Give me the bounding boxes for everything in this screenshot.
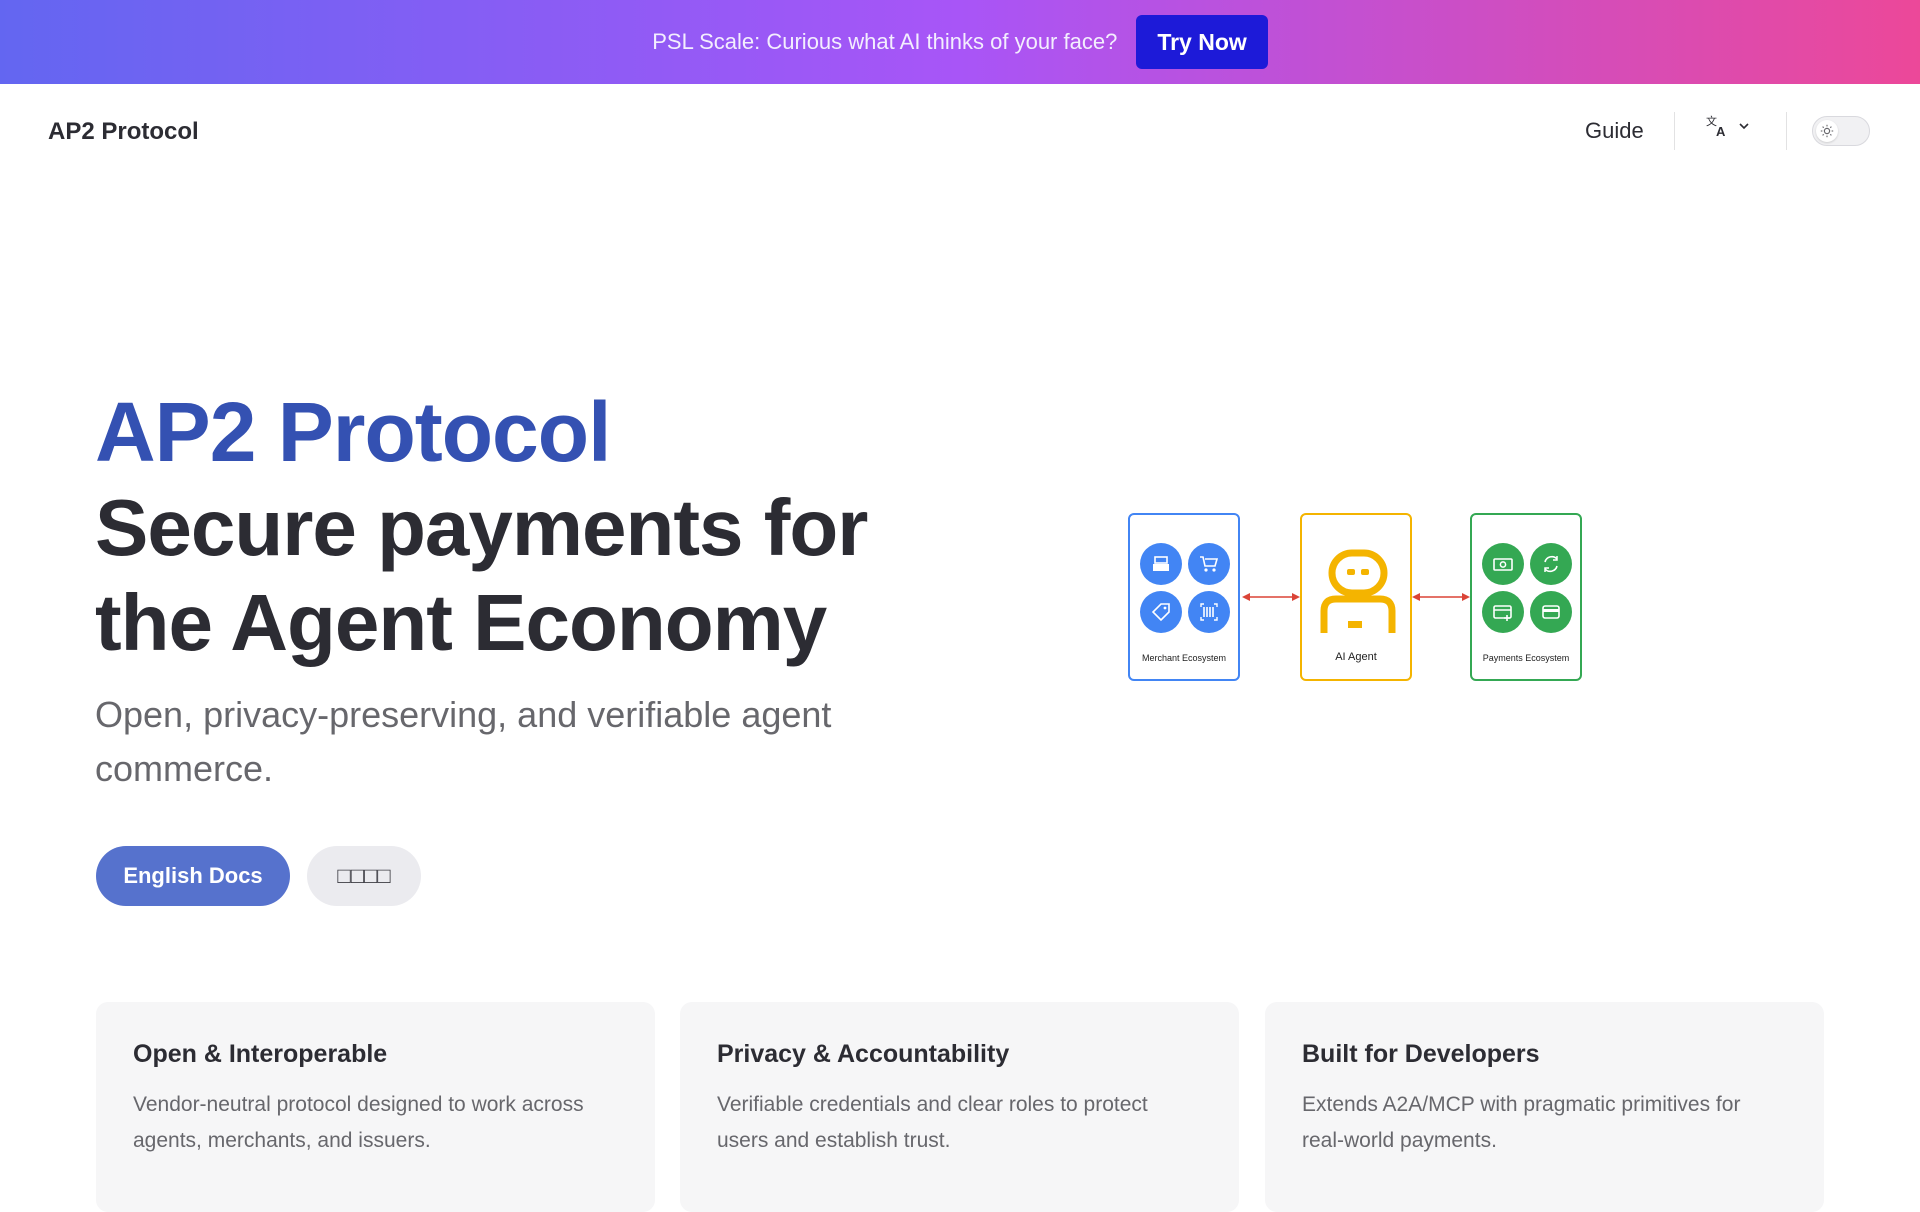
site-title[interactable]: AP2 Protocol (48, 118, 199, 146)
money-icon (1482, 543, 1524, 585)
sun-icon (1816, 120, 1838, 142)
wallet-icon (1530, 591, 1572, 633)
nav-divider (1786, 112, 1787, 150)
bidirectional-arrow-icon (1242, 593, 1300, 601)
nav-link-guide[interactable]: Guide (1585, 118, 1644, 144)
barcode-icon (1188, 591, 1230, 633)
hero-tagline: Open, privacy-preserving, and verifiable… (95, 694, 832, 789)
try-now-button[interactable]: Try Now (1136, 15, 1268, 69)
top-nav: AP2 Protocol Guide 文 A (0, 84, 1920, 180)
ecosystem-diagram: Merchant Ecosystem AI Agent Payments Eco… (1120, 505, 1600, 685)
svg-text:A: A (1716, 124, 1726, 138)
english-docs-button[interactable]: English Docs (96, 846, 290, 906)
translate-icon: 文 A (1705, 114, 1729, 143)
feature-title: Open & Interoperable (133, 1040, 388, 1068)
alt-docs-button[interactable]: □□□□ (307, 846, 421, 906)
card-add-icon (1482, 591, 1524, 633)
merchant-ecosystem-box: Merchant Ecosystem (1128, 513, 1240, 681)
promo-banner: PSL Scale: Curious what AI thinks of you… (0, 0, 1920, 84)
payments-ecosystem-box: Payments Ecosystem (1470, 513, 1582, 681)
theme-toggle[interactable] (1812, 116, 1870, 146)
feature-details: Vendor-neutral protocol designed to work… (133, 1093, 584, 1152)
feature-details: Extends A2A/MCP with pragmatic primitive… (1302, 1093, 1741, 1152)
nav-divider (1674, 112, 1675, 150)
payments-ecosystem-label: Payments Ecosystem (1482, 653, 1570, 663)
language-menu[interactable]: 文 A (1705, 114, 1751, 143)
robot-icon (1320, 549, 1396, 638)
ai-agent-label: AI Agent (1335, 651, 1377, 663)
exchange-icon (1530, 543, 1572, 585)
feature-card: Privacy & Accountability Verifiable cred… (680, 1002, 1239, 1212)
feature-title: Privacy & Accountability (717, 1040, 1010, 1068)
bidirectional-arrow-icon (1412, 593, 1470, 601)
feature-card: Open & Interoperable Vendor-neutral prot… (96, 1002, 655, 1212)
ai-agent-box: AI Agent (1300, 513, 1412, 681)
hero-name: AP2 Protocol (95, 385, 611, 479)
feature-details: Verifiable credentials and clear roles t… (717, 1093, 1148, 1152)
cash-register-icon (1140, 543, 1182, 585)
chevron-down-icon (1737, 119, 1751, 138)
tag-icon (1140, 591, 1182, 633)
banner-text: PSL Scale: Curious what AI thinks of you… (652, 29, 1118, 54)
feature-card: Built for Developers Extends A2A/MCP wit… (1265, 1002, 1824, 1212)
merchant-ecosystem-label: Merchant Ecosystem (1141, 653, 1227, 663)
cart-icon (1188, 543, 1230, 585)
feature-title: Built for Developers (1302, 1040, 1540, 1068)
hero-headline: Secure payments for the Agent Economy (95, 483, 868, 667)
